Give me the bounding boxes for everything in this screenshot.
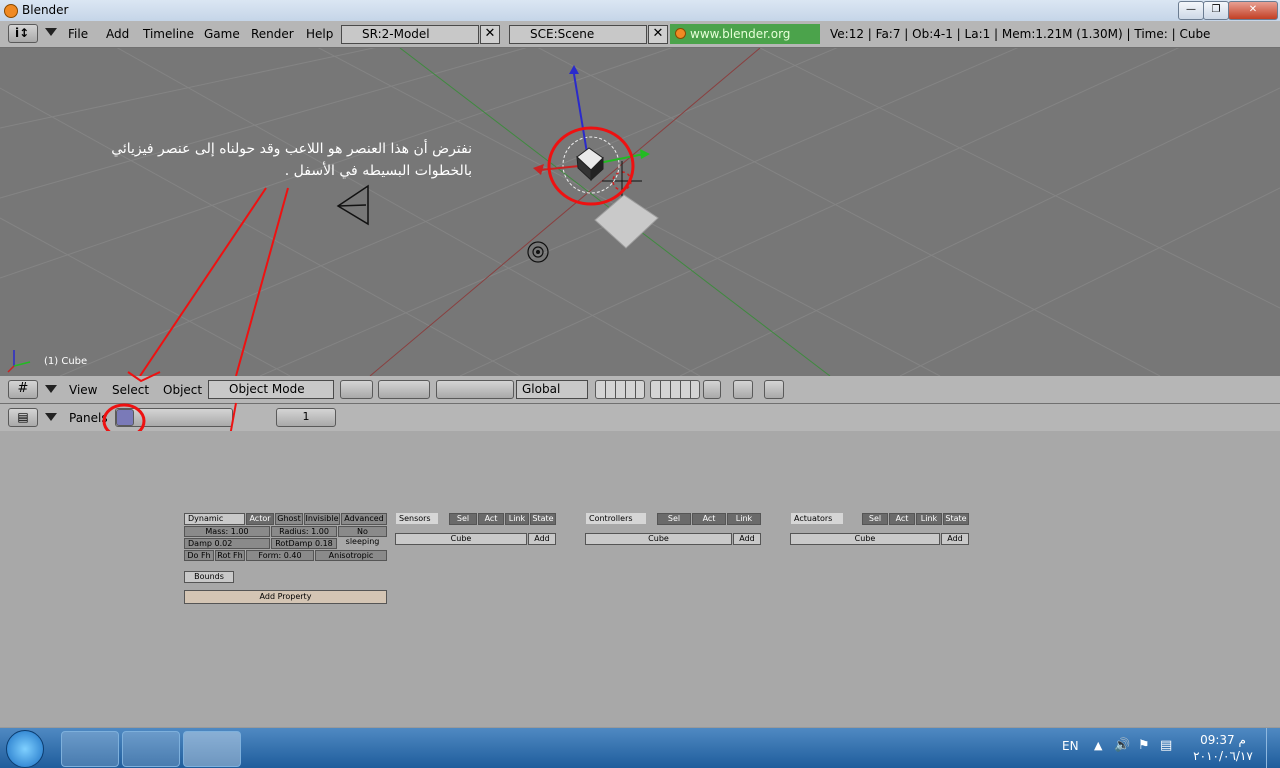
do-fh-toggle[interactable]: Do Fh — [184, 550, 214, 561]
bounds-toggle[interactable]: Bounds — [184, 571, 234, 583]
volume-icon[interactable]: 🔊 — [1114, 738, 1130, 753]
clock-date: ٢٠١٠/٠٦/١٧ — [1193, 749, 1253, 763]
actuators-state-tab[interactable]: State — [943, 513, 969, 525]
mass-field[interactable]: Mass: 1.00 — [184, 526, 270, 537]
actor-toggle[interactable]: Actor — [246, 513, 274, 525]
controllers-link-tab[interactable]: Link — [727, 513, 761, 525]
no-sleeping-toggle[interactable]: No sleeping — [338, 526, 387, 546]
network-icon[interactable]: ▤ — [1160, 738, 1172, 753]
start-button[interactable] — [6, 730, 44, 768]
controllers-act-tab[interactable]: Act — [692, 513, 726, 525]
controllers-object-field[interactable]: Cube — [585, 533, 732, 545]
language-indicator[interactable]: EN — [1062, 739, 1079, 753]
ghost-toggle[interactable]: Ghost — [275, 513, 303, 525]
actuators-object-field[interactable]: Cube — [790, 533, 940, 545]
show-desktop-button[interactable] — [1266, 728, 1280, 768]
actuators-add-button[interactable]: Add — [941, 533, 969, 545]
anisotropic-toggle[interactable]: Anisotropic — [315, 550, 387, 561]
sensors-act-tab[interactable]: Act — [478, 513, 504, 525]
internet-explorer-icon[interactable] — [61, 731, 119, 767]
sensors-title: Sensors — [396, 513, 438, 524]
actuators-link-tab[interactable]: Link — [916, 513, 942, 525]
actuators-sel-tab[interactable]: Sel — [862, 513, 888, 525]
sensors-object-field[interactable]: Cube — [395, 533, 527, 545]
rotdamp-slider[interactable]: RotDamp 0.18 — [271, 538, 337, 549]
controllers-title: Controllers — [586, 513, 646, 524]
damp-slider[interactable]: Damp 0.02 — [184, 538, 270, 549]
sensors-link-tab[interactable]: Link — [505, 513, 529, 525]
add-property-button[interactable]: Add Property — [184, 590, 387, 604]
radius-field[interactable]: Radius: 1.00 — [271, 526, 337, 537]
blender-taskbar-icon[interactable] — [183, 731, 241, 767]
rot-fh-toggle[interactable]: Rot Fh — [215, 550, 245, 561]
physics-type-select[interactable]: Dynamic — [184, 513, 245, 525]
controllers-add-button[interactable]: Add — [733, 533, 761, 545]
actuators-act-tab[interactable]: Act — [889, 513, 915, 525]
clock[interactable]: 09:37 م ٢٠١٠/٠٦/١٧ — [1192, 732, 1254, 764]
form-field[interactable]: Form: 0.40 — [246, 550, 314, 561]
show-hidden-icons-icon[interactable]: ▲ — [1094, 739, 1102, 752]
invisible-toggle[interactable]: Invisible — [304, 513, 340, 525]
file-explorer-icon[interactable] — [122, 731, 180, 767]
sensors-state-tab[interactable]: State — [530, 513, 556, 525]
action-center-flag-icon[interactable]: ⚑ — [1138, 738, 1150, 753]
sensors-sel-tab[interactable]: Sel — [449, 513, 477, 525]
sensors-add-button[interactable]: Add — [528, 533, 556, 545]
actuators-title: Actuators — [791, 513, 843, 524]
controllers-sel-tab[interactable]: Sel — [657, 513, 691, 525]
buttons-window: Dynamic Actor Ghost Invisible Advanced M… — [0, 431, 1280, 727]
advanced-toggle[interactable]: Advanced — [341, 513, 387, 525]
taskbar: EN ▲ 🔊 ⚑ ▤ 09:37 م ٢٠١٠/٠٦/١٧ — [0, 728, 1280, 768]
clock-time: 09:37 م — [1200, 733, 1246, 747]
